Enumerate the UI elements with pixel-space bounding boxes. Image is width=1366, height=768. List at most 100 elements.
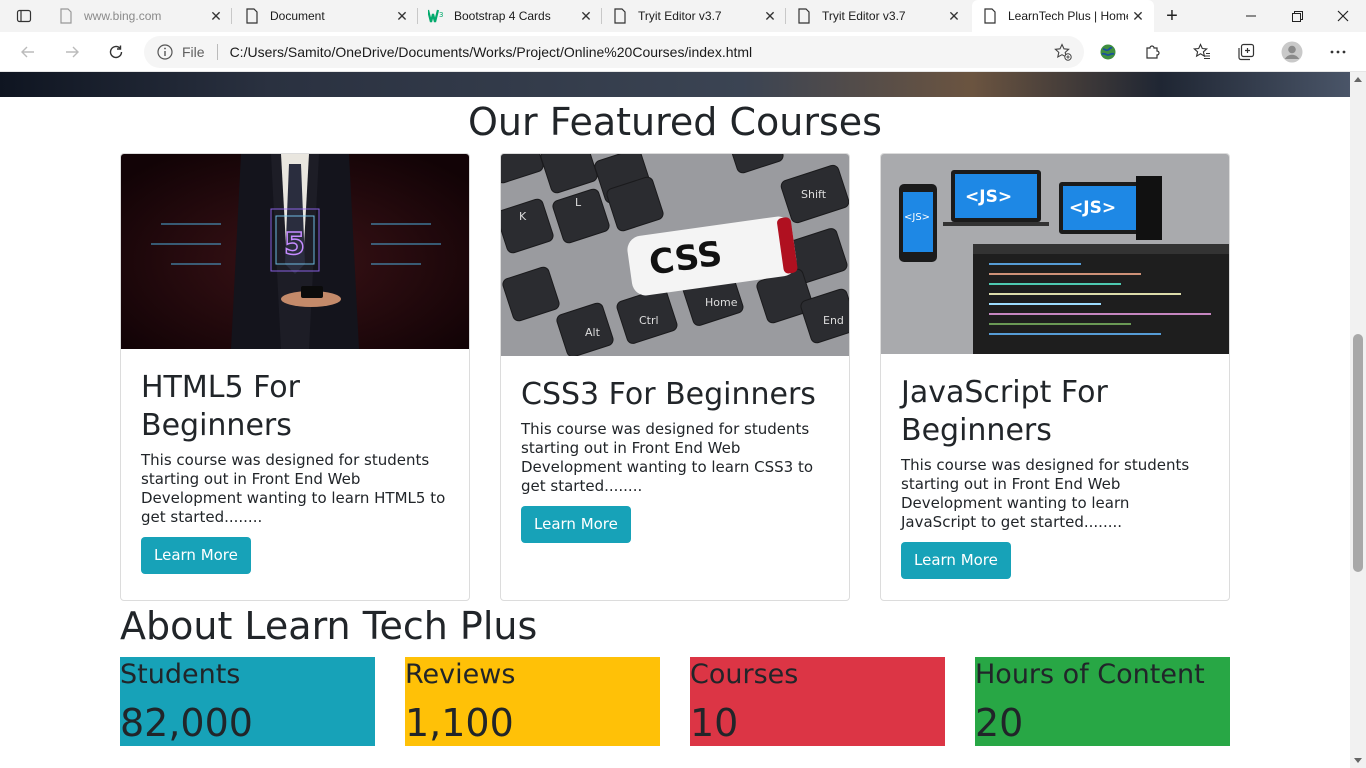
close-icon[interactable]: ✕ [578, 8, 594, 24]
tab-separator [231, 8, 232, 24]
page-icon [612, 8, 628, 24]
svg-text:<JS>: <JS> [904, 212, 930, 223]
navigation-bar: File C:/Users/Samito/OneDrive/Documents/… [0, 32, 1366, 72]
add-favorite-icon[interactable] [1054, 43, 1072, 61]
stat-reviews: Reviews 1,100 [405, 657, 660, 746]
svg-text:<JS>: <JS> [965, 187, 1012, 207]
arrow-right-icon [66, 46, 79, 58]
globe-extension-icon [1100, 44, 1116, 60]
url-text[interactable]: C:/Users/Samito/OneDrive/Documents/Works… [230, 44, 753, 60]
page-icon [58, 8, 74, 24]
svg-text:<JS>: <JS> [1069, 198, 1116, 218]
svg-text:Shift: Shift [801, 188, 827, 201]
collections-icon [1238, 43, 1255, 61]
svg-text:End: End [823, 314, 844, 327]
forward-button[interactable] [56, 36, 88, 68]
close-icon[interactable]: ✕ [208, 8, 224, 24]
page-scrollbar[interactable] [1350, 72, 1366, 768]
course-description: This course was designed for students st… [521, 420, 814, 495]
learn-more-button-html5[interactable]: Learn More [141, 537, 251, 574]
plus-icon: + [1166, 4, 1178, 27]
minimize-button[interactable] [1228, 0, 1274, 32]
svg-text:Alt: Alt [585, 326, 601, 339]
refresh-icon [109, 45, 123, 59]
svg-text:L: L [575, 196, 582, 209]
stat-label: Hours of Content [975, 659, 1205, 690]
tab-strip: www.bing.com ✕ Document ✕ 3 Bootstrap 4 … [0, 0, 1366, 32]
page-icon [796, 8, 812, 24]
address-divider [216, 44, 218, 60]
profile-button[interactable] [1276, 36, 1308, 68]
info-icon[interactable] [156, 43, 174, 61]
page-viewport: Our Featured Courses 5 HTML5 For Beginne… [0, 72, 1350, 768]
tab-tryit-1[interactable]: Tryit Editor v3.7 ✕ [602, 0, 786, 32]
address-bar[interactable]: File C:/Users/Samito/OneDrive/Documents/… [144, 36, 1084, 68]
favorites-button[interactable] [1186, 36, 1218, 68]
w3schools-icon: 3 [428, 8, 444, 24]
tab-document[interactable]: Document ✕ [234, 0, 418, 32]
svg-text:K: K [519, 210, 527, 223]
close-icon[interactable]: ✕ [762, 8, 778, 24]
page-icon [244, 8, 260, 24]
svg-text:Home: Home [705, 296, 738, 309]
refresh-button[interactable] [100, 36, 132, 68]
extensions-button[interactable] [1137, 36, 1169, 68]
more-horizontal-icon [1330, 50, 1346, 54]
close-icon[interactable]: ✕ [394, 8, 410, 24]
hero-banner [0, 72, 1350, 97]
arrow-left-icon [21, 46, 34, 58]
stat-value: 10 [690, 701, 739, 745]
restore-icon [1291, 10, 1303, 22]
tab-bootstrap-cards[interactable]: 3 Bootstrap 4 Cards ✕ [418, 0, 602, 32]
learn-more-button-javascript[interactable]: Learn More [901, 542, 1011, 579]
course-image-css3: K L Ctrl Alt Shift End Home CSS [501, 154, 849, 356]
restore-button[interactable] [1274, 0, 1320, 32]
stat-label: Reviews [405, 659, 516, 690]
minimize-icon [1246, 15, 1256, 17]
stat-label: Students [120, 659, 241, 690]
course-image-html5: 5 [121, 154, 469, 349]
new-tab-button[interactable]: + [1158, 4, 1186, 28]
scheme-label: File [182, 44, 205, 60]
course-card-css3: K L Ctrl Alt Shift End Home CSS CSS3 For Beg… [500, 153, 850, 601]
stat-value: 20 [975, 701, 1024, 745]
card-body: HTML5 For Beginners This course was desi… [141, 369, 449, 574]
collections-button[interactable] [1230, 36, 1262, 68]
svg-text:3: 3 [439, 11, 443, 19]
tab-tryit-2[interactable]: Tryit Editor v3.7 ✕ [786, 0, 970, 32]
stat-hours: Hours of Content 20 [975, 657, 1230, 746]
svg-text:Ctrl: Ctrl [639, 314, 659, 327]
course-title: JavaScript For Beginners [901, 375, 1108, 448]
featured-courses-heading: Our Featured Courses [468, 100, 882, 144]
extension-button[interactable] [1092, 36, 1124, 68]
learn-more-button-css3[interactable]: Learn More [521, 506, 631, 543]
tab-learntech-active[interactable]: LearnTech Plus | Home ✕ [972, 0, 1154, 32]
page-icon [982, 8, 998, 24]
course-card-html5: 5 HTML5 For Beginners This course was de… [120, 153, 470, 601]
stat-value: 1,100 [405, 701, 514, 745]
avatar-icon [1281, 41, 1303, 63]
tab-actions-icon [16, 9, 32, 23]
about-heading: About Learn Tech Plus [120, 604, 538, 648]
scroll-down-icon[interactable] [1354, 758, 1362, 763]
course-image-javascript: <JS> <JS> <JS> [881, 154, 1229, 354]
course-description: This course was designed for students st… [901, 456, 1190, 531]
scrollbar-thumb[interactable] [1353, 334, 1363, 572]
course-title: HTML5 For Beginners [141, 370, 300, 443]
tab-title: LearnTech Plus | Home [1008, 9, 1128, 23]
close-icon[interactable]: ✕ [946, 8, 962, 24]
tab-actions-button[interactable] [8, 4, 40, 28]
close-window-button[interactable] [1320, 0, 1366, 32]
course-card-javascript: <JS> <JS> <JS> JavaScript For Beginners … [880, 153, 1230, 601]
svg-text:5: 5 [284, 227, 305, 262]
card-body: CSS3 For Beginners This course was desig… [521, 376, 829, 543]
back-button[interactable] [12, 36, 44, 68]
stat-courses: Courses 10 [690, 657, 945, 746]
stat-students: Students 82,000 [120, 657, 375, 746]
settings-menu-button[interactable] [1322, 36, 1354, 68]
stat-value: 82,000 [120, 701, 253, 745]
stat-label: Courses [690, 659, 799, 690]
close-icon[interactable]: ✕ [1130, 8, 1146, 24]
tab-bing[interactable]: www.bing.com ✕ [48, 0, 232, 32]
scroll-up-icon[interactable] [1354, 77, 1362, 82]
